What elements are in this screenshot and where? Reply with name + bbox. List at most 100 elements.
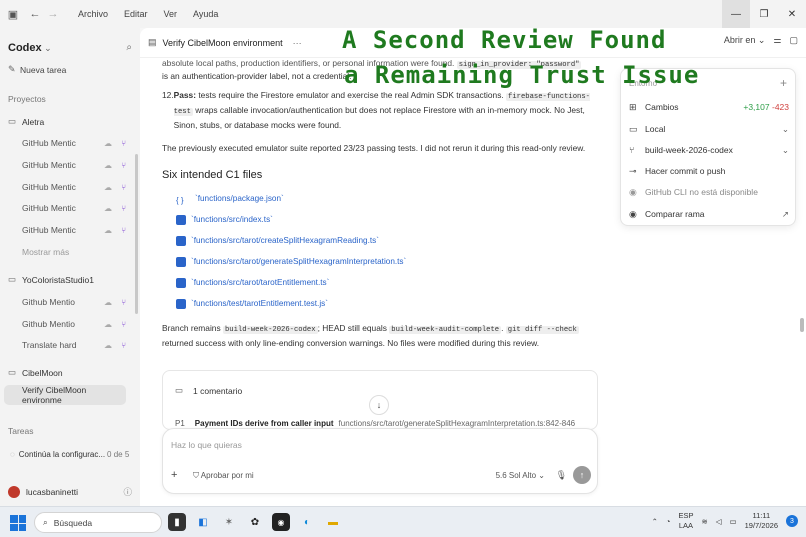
cloud-icon: ☁	[104, 203, 112, 213]
project-name: YoColoristaStudio1	[22, 274, 94, 285]
gimp-app-icon[interactable]: ✶	[220, 513, 238, 531]
thread-label: GitHub Mentic	[22, 203, 76, 213]
microphone-icon[interactable]: 🎙	[556, 470, 567, 481]
panel-toggle-icon[interactable]: ⚌	[773, 35, 781, 46]
sidebar-thread-item[interactable]: GitHub Mentic ☁ ⑂	[0, 155, 132, 175]
file-link[interactable]: `functions/src/tarot/createSplitHexagram…	[176, 230, 594, 251]
composer-placeholder[interactable]: Haz lo que quieras	[171, 440, 242, 450]
back-icon[interactable]: ←	[26, 5, 44, 23]
project-aletra[interactable]: ▭ Aletra	[8, 116, 44, 127]
sidebar-thread-item-active[interactable]: Verify CibelMoon environme	[4, 385, 126, 405]
chevron-down-icon: ⌄	[538, 471, 545, 480]
chat-icon: ▤	[148, 37, 157, 47]
scroll-down-button[interactable]: ↓	[369, 395, 389, 415]
terminal-app-icon[interactable]: ▮	[168, 513, 186, 531]
lang-line1: ESP	[678, 511, 694, 520]
windows-start-icon[interactable]	[10, 515, 26, 531]
sidebar-thread-item[interactable]: GitHub Mentic ☁ ⑂	[0, 177, 132, 197]
sidebar-thread-item[interactable]: GitHub Mentic ☁ ⑂	[0, 198, 132, 218]
new-task-button[interactable]: ✎ Nueva tarea	[8, 64, 66, 75]
effort-label: Alto	[522, 471, 537, 480]
thread-label: GitHub Mentic	[22, 182, 76, 192]
file-path: `functions/src/tarot/createSplitHexagram…	[191, 236, 379, 245]
ts-file-icon	[176, 256, 186, 267]
commit-push-row[interactable]: ⊸ Hacer commit o push	[629, 161, 789, 181]
sidebar-toggle-icon[interactable]: ▣	[4, 5, 22, 23]
show-more-link[interactable]: Mostrar más	[0, 242, 132, 262]
shield-icon: ⛉	[193, 471, 199, 480]
branch-row[interactable]: ⑂ build-week-2026-codex ⌄	[629, 140, 789, 160]
help-icon[interactable]: ⓘ	[123, 486, 132, 498]
search-icon: ⌕	[43, 517, 48, 527]
restore-button[interactable]: ❐	[750, 0, 778, 28]
project-cibelmoon[interactable]: ▭ CibelMoon	[8, 367, 63, 378]
comment-item[interactable]: P1 Payment IDs derive from caller input …	[175, 419, 575, 428]
js-file-icon	[176, 298, 186, 309]
chevron-down-icon: ⌄	[757, 35, 766, 45]
file-link[interactable]: { } `functions/package.json`	[176, 188, 594, 209]
language-indicator[interactable]: ESP LAA	[678, 511, 693, 531]
notification-badge[interactable]: 3	[786, 515, 798, 527]
wifi-icon[interactable]: ≋	[701, 517, 707, 526]
codex-app-icon[interactable]: ◉	[272, 513, 290, 531]
battery-icon[interactable]: ▭	[730, 517, 737, 526]
username: lucasbaninetti	[26, 487, 78, 497]
explorer-app-icon[interactable]: ◧	[194, 513, 212, 531]
search-icon[interactable]: ⌕	[126, 42, 132, 53]
location-row[interactable]: ▭ Local ⌄	[629, 119, 789, 139]
add-icon[interactable]: +	[780, 76, 787, 90]
branch-icon: ⑂	[121, 138, 126, 148]
pass-label: Pass:	[173, 90, 197, 100]
main-scrollbar[interactable]	[800, 318, 804, 332]
files-heading: Six intended C1 files	[162, 169, 263, 181]
open-in-button[interactable]: Abrir en ⌄	[724, 35, 766, 46]
file-link[interactable]: `functions/src/tarot/tarotEntitlement.ts…	[176, 272, 594, 293]
volume-icon[interactable]: ◁	[716, 517, 722, 526]
file-link[interactable]: `functions/test/tarotEntitlement.test.js…	[176, 293, 594, 314]
compare-branch-row[interactable]: ◉ Comparar rama ↗	[629, 204, 789, 224]
file-path: `functions/src/tarot/tarotEntitlement.ts…	[191, 278, 330, 287]
comments-header[interactable]: ▭ 1 comentario	[163, 371, 597, 396]
inline-code: git diff --check	[505, 326, 579, 334]
sidebar-thread-item[interactable]: Github Mentio ☁ ⑂	[0, 314, 132, 334]
sidebar-thread-item[interactable]: GitHub Mentic ☁ ⑂	[0, 220, 132, 240]
menu-editar[interactable]: Editar	[124, 9, 148, 19]
close-button[interactable]: ✕	[778, 0, 806, 28]
edge-app-icon[interactable]: ◐	[298, 513, 316, 531]
sidebar-scrollbar[interactable]	[135, 154, 138, 314]
add-attachment-icon[interactable]: +	[171, 469, 177, 481]
file-link[interactable]: `functions/src/index.ts`	[176, 209, 594, 230]
composer[interactable]: Haz lo que quieras + ⛉ Aprobar por mi 5.…	[162, 428, 598, 494]
minimize-button[interactable]: —	[722, 0, 750, 28]
project-yocolorista[interactable]: ▭ YoColoristaStudio1	[8, 274, 94, 285]
menu-archivo[interactable]: Archivo	[78, 9, 108, 19]
menu-ayuda[interactable]: Ayuda	[193, 9, 218, 19]
file-link[interactable]: `functions/src/tarot/generateSplitHexagr…	[176, 251, 594, 272]
thread-label: Translate hard	[22, 340, 77, 350]
file-path: `functions/package.json`	[195, 194, 284, 203]
approval-mode-button[interactable]: ⛉ Aprobar por mi	[193, 471, 254, 481]
json-file-icon: { }	[176, 195, 184, 205]
taskbar-search[interactable]: ⌕ Búsqueda	[34, 512, 162, 533]
sidebar-thread-item[interactable]: GitHub Mentic ☁ ⑂	[0, 133, 132, 153]
changes-row[interactable]: ⊞ Cambios +3,107 -423	[629, 97, 789, 117]
network-settings-icon[interactable]: ◔	[666, 517, 671, 526]
more-options-icon[interactable]: ···	[293, 38, 302, 48]
folder-app-icon[interactable]: ▬	[324, 513, 342, 531]
chatgpt-app-icon[interactable]: ✿	[246, 513, 264, 531]
brand-dropdown[interactable]: Codex ⌄	[8, 42, 52, 54]
sidebar-thread-item[interactable]: Github Mentio ☁ ⑂	[0, 292, 132, 312]
forward-icon[interactable]: →	[44, 5, 62, 23]
chevron-down-icon: ⌄	[781, 123, 789, 134]
model-selector[interactable]: 5.6 Sol Alto ⌄	[496, 471, 545, 480]
clock[interactable]: 11:11 19/7/2026	[745, 511, 778, 531]
menu-ver[interactable]: Ver	[164, 9, 178, 19]
send-button[interactable]: ↑	[573, 466, 591, 484]
task-item[interactable]: ◌ Continúa la configurac... 0 de 5	[4, 444, 132, 464]
layout-icon[interactable]: ▢	[789, 35, 798, 46]
user-row[interactable]: lucasbaninetti ⓘ	[8, 486, 132, 498]
thread-label: Github Mentio	[22, 297, 75, 307]
chevron-down-icon: ⌄	[781, 144, 789, 155]
chevron-up-icon[interactable]: ⌃	[652, 517, 658, 526]
sidebar-thread-item[interactable]: Translate hard ☁ ⑂	[0, 335, 132, 355]
